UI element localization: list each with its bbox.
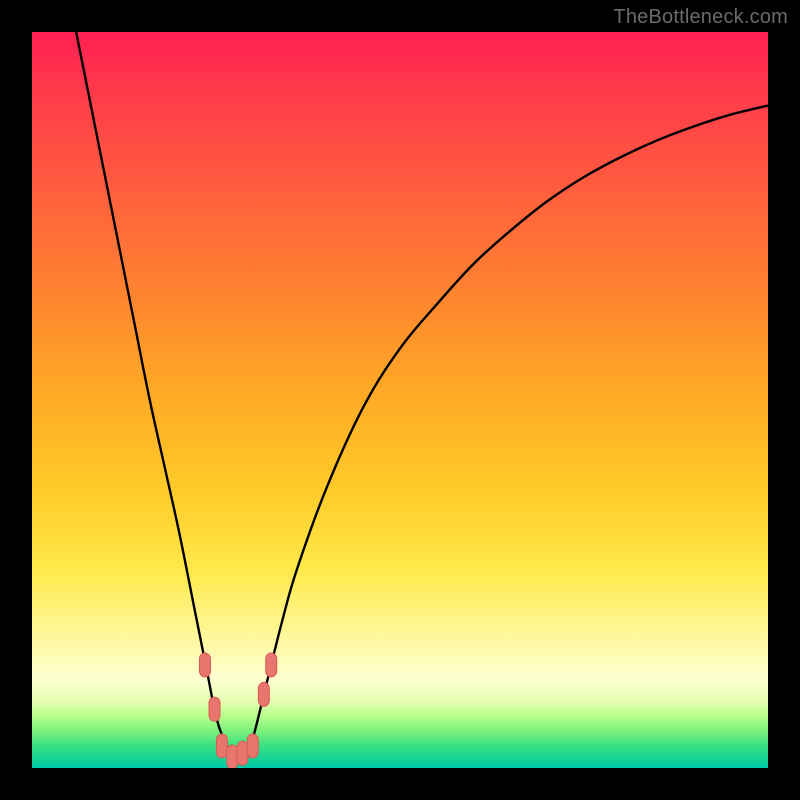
bottleneck-curve-svg	[32, 32, 768, 768]
curve-marker	[258, 682, 269, 706]
bottleneck-curve-path	[76, 32, 768, 758]
curve-marker	[216, 734, 227, 758]
curve-marker	[209, 697, 220, 721]
curve-marker	[227, 745, 238, 768]
watermark-text: TheBottleneck.com	[613, 6, 788, 29]
plot-area	[32, 32, 768, 768]
curve-markers	[199, 653, 276, 768]
chart-frame: TheBottleneck.com	[0, 0, 800, 800]
curve-marker	[247, 734, 258, 758]
curve-marker	[266, 653, 277, 677]
curve-marker	[199, 653, 210, 677]
curve-marker	[237, 741, 248, 765]
